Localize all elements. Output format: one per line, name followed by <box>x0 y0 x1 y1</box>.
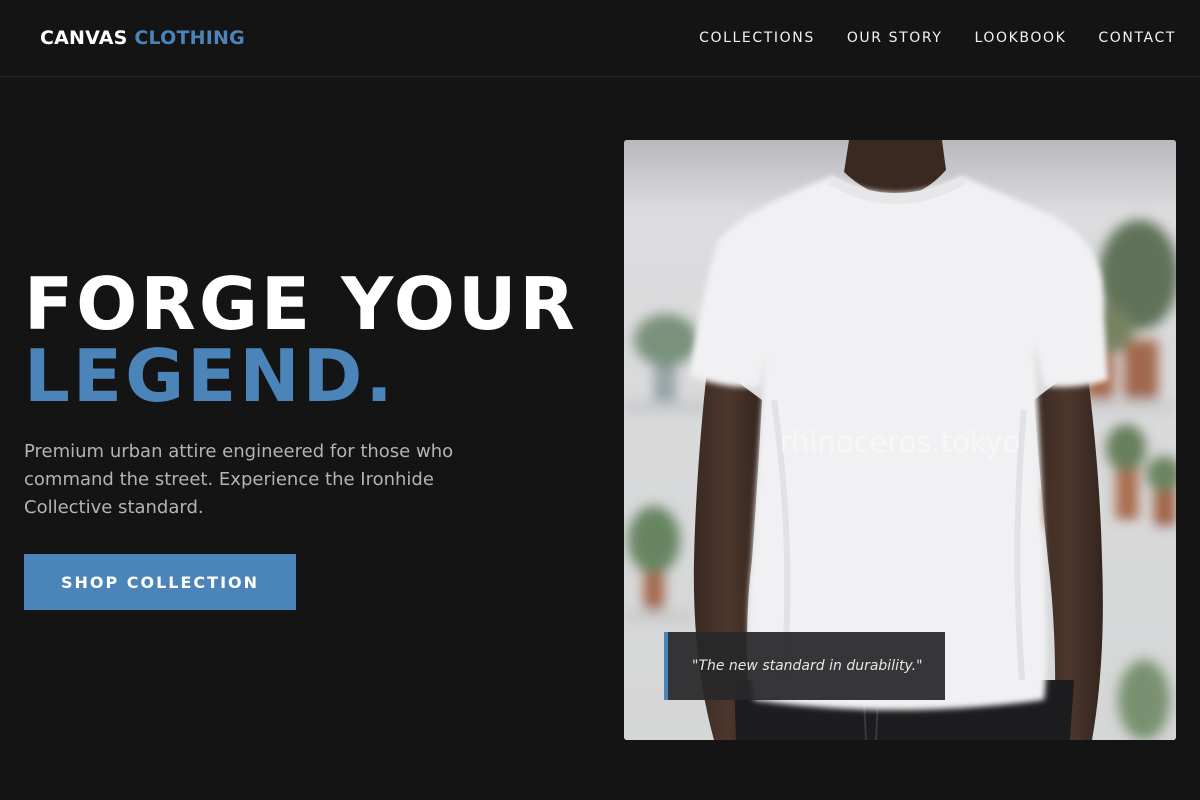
hero-subtitle: Premium urban attire engineered for thos… <box>24 441 454 518</box>
nav-link-collections[interactable]: COLLECTIONS <box>699 29 815 47</box>
nav-link-contact[interactable]: CONTACT <box>1098 29 1176 47</box>
quote-card: "The new standard in durability." <box>664 632 945 700</box>
hero-product-image: rhinoceros.tokyo "The new standard in du… <box>624 140 1176 740</box>
nav-link-lookbook[interactable]: LOOKBOOK <box>975 29 1067 47</box>
logo-accent-text: CLOTHING <box>134 27 245 49</box>
site-header: CANVAS CLOTHING COLLECTIONS OUR STORY LO… <box>0 0 1200 77</box>
hero-title: FORGE YOUR LEGEND. <box>24 268 578 412</box>
hero-title-line-2: LEGEND. <box>24 334 396 418</box>
shop-collection-button[interactable]: SHOP COLLECTION <box>24 554 296 610</box>
nav-link-our-story[interactable]: OUR STORY <box>847 29 943 47</box>
brand-logo[interactable]: CANVAS CLOTHING <box>40 26 245 50</box>
main-nav: COLLECTIONS OUR STORY LOOKBOOK CONTACT <box>699 29 1176 47</box>
quote-text: "The new standard in durability." <box>692 658 923 674</box>
logo-primary-text: CANVAS <box>40 27 128 49</box>
hero-title-line-1: FORGE YOUR <box>24 262 578 346</box>
watermark-text: rhinoceros.tokyo <box>780 425 1021 459</box>
